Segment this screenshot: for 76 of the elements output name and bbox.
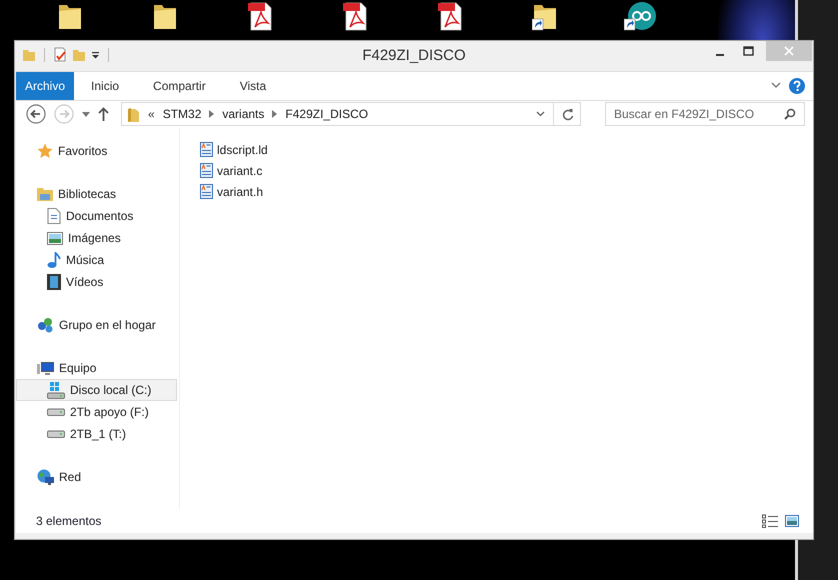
- star-icon: [37, 143, 53, 160]
- sidebar-item[interactable]: 2Tb apoyo (F:): [16, 401, 177, 424]
- sidebar-item-label: Vídeos: [66, 275, 104, 290]
- search-icon[interactable]: [784, 108, 796, 120]
- sidebar-item-label: Red: [59, 470, 82, 484]
- recent-dropdown-icon[interactable]: [82, 112, 90, 117]
- sidebar-item[interactable]: Documentos: [16, 205, 177, 228]
- sidebar-item[interactable]: Equipo: [16, 357, 177, 380]
- sidebar-item-label: 2TB_1 (T:): [70, 427, 126, 442]
- breadcrumb-item[interactable]: variants: [222, 107, 264, 122]
- file-item[interactable]: variant.c: [200, 160, 268, 182]
- item-count: 3 elementos: [36, 514, 102, 528]
- breadcrumb-separator-icon[interactable]: [272, 110, 278, 118]
- pdf-file-icon[interactable]: [342, 1, 368, 31]
- help-icon[interactable]: [789, 78, 805, 94]
- file-item[interactable]: variant.h: [200, 181, 268, 202]
- file-item[interactable]: ldscript.ld: [200, 139, 268, 160]
- large-icons-view-icon[interactable]: [785, 515, 799, 528]
- text-file-icon: [200, 142, 213, 158]
- ribbon-tab[interactable]: Archivo: [16, 72, 74, 100]
- expand-ribbon-icon[interactable]: [771, 82, 781, 90]
- maximize-icon: [742, 46, 754, 56]
- details-view-icon[interactable]: [762, 514, 778, 528]
- breadcrumb-item[interactable]: STM32: [162, 107, 202, 122]
- film-icon: [47, 274, 61, 290]
- pdf-file-icon[interactable]: [246, 1, 272, 31]
- drive-icon: [47, 382, 65, 399]
- library-icon: [37, 187, 53, 202]
- folder-icon: [128, 106, 140, 122]
- close-icon: [784, 46, 794, 56]
- customize-dropdown-icon[interactable]: [91, 50, 100, 59]
- drive-icon: [47, 408, 65, 416]
- sidebar-item[interactable]: Grupo en el hogar: [16, 314, 177, 336]
- sidebar-item[interactable]: 2TB_1 (T:): [16, 423, 177, 446]
- sidebar-item[interactable]: Red: [16, 466, 177, 488]
- breadcrumb-overflow[interactable]: «: [148, 107, 155, 122]
- search-field[interactable]: Buscar en F429ZI_DISCO: [605, 102, 805, 126]
- sidebar-item-label: Documentos: [66, 209, 134, 224]
- sidebar-item[interactable]: Disco local (C:): [16, 379, 177, 402]
- text-file-icon: [200, 184, 213, 200]
- sidebar-item[interactable]: Bibliotecas: [16, 183, 177, 206]
- sidebar-item[interactable]: Vídeos: [16, 271, 177, 294]
- sidebar-item-label: Equipo: [59, 361, 96, 376]
- address-bar[interactable]: « STM32 variants F429ZI_DISCO: [121, 102, 581, 126]
- computer-icon: [37, 360, 54, 376]
- sidebar-item-label: Música: [66, 253, 104, 268]
- sidebar-item-label: 2Tb apoyo (F:): [70, 405, 149, 420]
- sidebar-item-label: Favoritos: [58, 144, 108, 158]
- sidebar-item[interactable]: Música: [16, 249, 177, 272]
- app-shortcut-icon[interactable]: [624, 1, 656, 31]
- back-icon[interactable]: [26, 104, 46, 124]
- window-title: F429ZI_DISCO: [362, 47, 466, 64]
- ribbon-tab[interactable]: Inicio: [74, 72, 136, 100]
- music-note-icon: [47, 252, 61, 268]
- homegroup-icon: [37, 317, 54, 334]
- address-dropdown-icon[interactable]: [536, 111, 545, 118]
- ribbon-tab[interactable]: Vista: [222, 72, 284, 100]
- text-file-icon: [200, 163, 213, 178]
- document-icon: [47, 208, 61, 224]
- minimize-icon: [716, 54, 724, 56]
- up-arrow-icon[interactable]: [98, 107, 109, 122]
- drive-icon: [47, 430, 65, 438]
- pdf-file-icon[interactable]: [436, 1, 462, 31]
- ribbon-tab[interactable]: Compartir: [136, 72, 223, 100]
- breadcrumb-item[interactable]: F429ZI_DISCO: [285, 107, 368, 122]
- sidebar-item[interactable]: Favoritos: [16, 140, 177, 162]
- sidebar-item[interactable]: Imágenes: [16, 227, 177, 250]
- sidebar-item-label: Bibliotecas: [58, 187, 116, 202]
- network-icon: [37, 469, 54, 486]
- image-icon: [47, 232, 63, 245]
- breadcrumb-separator-icon[interactable]: [209, 110, 214, 118]
- sidebar-item-label: Disco local (C:): [70, 383, 152, 398]
- refresh-icon[interactable]: [562, 108, 574, 121]
- sidebar-item-label: Imágenes: [68, 231, 121, 246]
- properties-icon[interactable]: [53, 47, 67, 62]
- sidebar-item-label: Grupo en el hogar: [59, 318, 156, 332]
